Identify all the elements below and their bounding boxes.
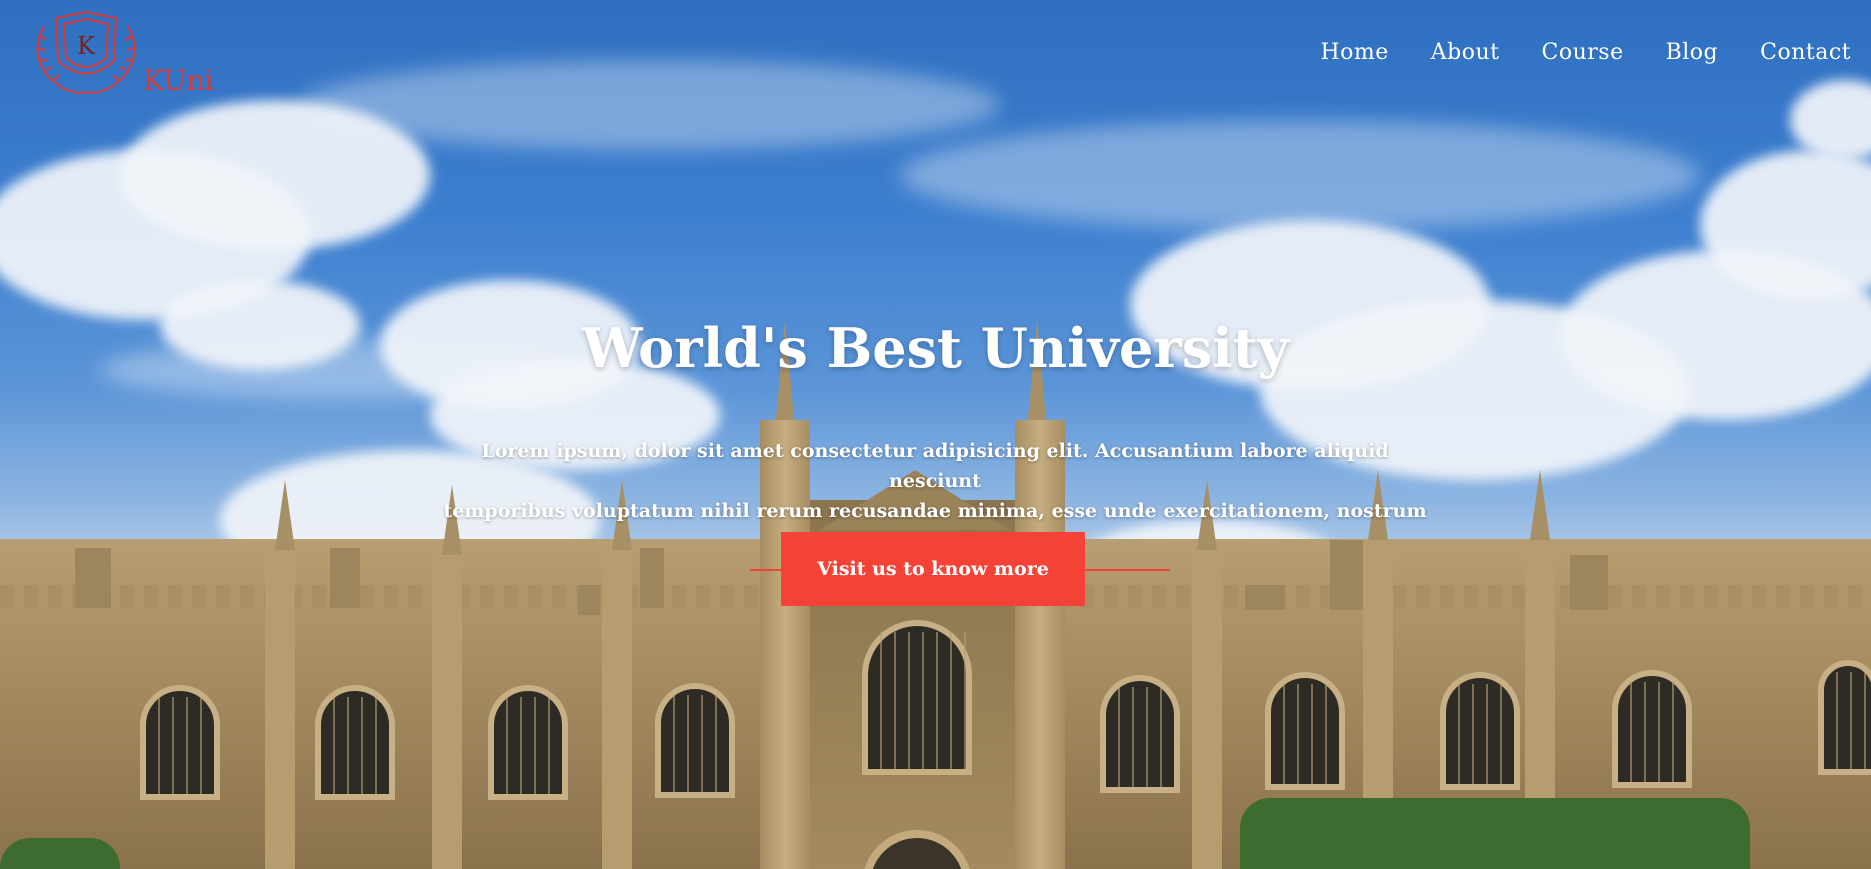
nav-blog[interactable]: Blog: [1666, 40, 1719, 65]
hero-description-line-1: Lorem ipsum, dolor sit amet consectetur …: [481, 440, 1389, 492]
crest-icon: K: [36, 10, 136, 94]
hero-title: World's Best University: [581, 316, 1290, 380]
nav-about[interactable]: About: [1431, 40, 1500, 65]
visit-us-button[interactable]: Visit us to know more: [781, 532, 1085, 606]
nav-contact[interactable]: Contact: [1760, 40, 1851, 65]
site-header: K KUni Home About Course Blog Contact: [0, 0, 1871, 110]
main-nav: Home About Course Blog Contact: [1278, 40, 1851, 65]
university-logo[interactable]: K KUni: [26, 6, 226, 101]
nav-home[interactable]: Home: [1320, 40, 1388, 65]
brand-name: KUni: [143, 64, 214, 97]
svg-text:K: K: [77, 32, 96, 60]
nav-course[interactable]: Course: [1542, 40, 1624, 65]
hero-background: [0, 0, 1871, 869]
